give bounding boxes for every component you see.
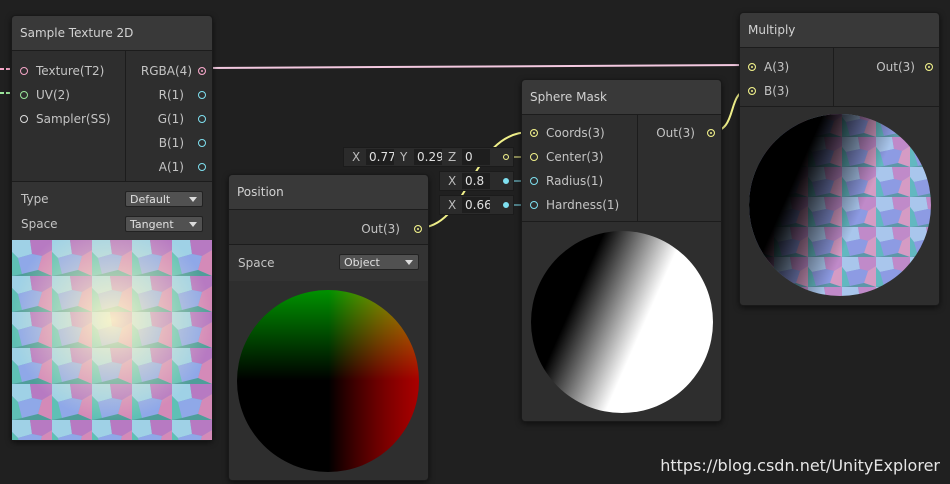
radius-input[interactable]: 0.8 bbox=[462, 173, 490, 189]
port-dot-icon[interactable] bbox=[20, 67, 28, 75]
port-dot-icon[interactable] bbox=[748, 63, 756, 71]
node-title[interactable]: Sample Texture 2D bbox=[12, 16, 212, 51]
port-dot-icon[interactable] bbox=[198, 115, 206, 123]
x-label: X bbox=[448, 174, 457, 188]
chevron-down-icon bbox=[189, 222, 197, 227]
x-label: X bbox=[352, 150, 361, 164]
port-dot-icon[interactable] bbox=[748, 87, 756, 95]
node-title[interactable]: Sphere Mask bbox=[522, 80, 721, 115]
output-port-r[interactable]: R(1) bbox=[126, 86, 206, 104]
y-label: Y bbox=[400, 150, 408, 164]
port-dot-icon[interactable] bbox=[530, 153, 538, 161]
port-dot-icon[interactable] bbox=[707, 129, 715, 137]
node-title[interactable]: Multiply bbox=[740, 13, 939, 48]
output-port-out[interactable]: Out(3) bbox=[645, 124, 715, 142]
port-dot-icon bbox=[503, 154, 509, 160]
node-properties: Space Object bbox=[229, 245, 428, 281]
multiply-preview bbox=[749, 114, 931, 296]
port-dot-icon bbox=[503, 202, 509, 208]
z-label: Z bbox=[448, 150, 457, 164]
port-dot-icon[interactable] bbox=[20, 115, 28, 123]
output-port-out[interactable]: Out(3) bbox=[322, 220, 422, 238]
wire-rgba-to-multiply-a bbox=[203, 64, 749, 69]
chevron-down-icon bbox=[189, 197, 197, 202]
space-dropdown[interactable]: Object bbox=[339, 254, 419, 270]
space-dropdown[interactable]: Tangent bbox=[125, 216, 203, 232]
sphere-mask-node[interactable]: Sphere Mask Coords(3) Center(3) Radius(1… bbox=[521, 79, 722, 422]
output-port-out[interactable]: Out(3) bbox=[863, 58, 933, 76]
hardness-vector-field[interactable]: X 0.66 bbox=[439, 195, 514, 215]
texture-preview bbox=[12, 240, 212, 440]
sphere-mask-preview bbox=[531, 231, 713, 413]
center-vector-field[interactable]: X 0.77 Y 0.29 Z 0 bbox=[343, 147, 514, 167]
center-x-input[interactable]: 0.77 bbox=[366, 149, 394, 165]
port-dot-icon[interactable] bbox=[530, 201, 538, 209]
space-label: Space bbox=[21, 217, 58, 231]
position-preview-sphere bbox=[237, 290, 419, 472]
port-dot-icon[interactable] bbox=[414, 225, 422, 233]
port-dot-icon bbox=[503, 178, 509, 184]
hardness-input[interactable]: 0.66 bbox=[462, 197, 490, 213]
chevron-down-icon bbox=[405, 260, 413, 265]
output-port-rgba[interactable]: RGBA(4) bbox=[126, 62, 206, 80]
node-properties: Type Default Space Tangent bbox=[12, 182, 212, 240]
radius-vector-field[interactable]: X 0.8 bbox=[439, 171, 514, 191]
center-z-input[interactable]: 0 bbox=[462, 149, 490, 165]
output-port-a[interactable]: A(1) bbox=[126, 158, 206, 176]
port-dot-icon[interactable] bbox=[198, 163, 206, 171]
output-port-b[interactable]: B(1) bbox=[126, 134, 206, 152]
port-dot-icon[interactable] bbox=[198, 91, 206, 99]
type-dropdown[interactable]: Default bbox=[125, 191, 203, 207]
port-dot-icon[interactable] bbox=[198, 67, 206, 75]
space-label: Space bbox=[238, 256, 275, 270]
port-dot-icon[interactable] bbox=[530, 177, 538, 185]
port-dot-icon[interactable] bbox=[530, 129, 538, 137]
node-title[interactable]: Position bbox=[229, 175, 428, 210]
position-node[interactable]: Position Out(3) Space Object bbox=[228, 174, 429, 481]
port-dot-icon[interactable] bbox=[925, 63, 933, 71]
type-label: Type bbox=[21, 192, 49, 206]
output-port-g[interactable]: G(1) bbox=[126, 110, 206, 128]
sample-texture-2d-node[interactable]: Sample Texture 2D Texture(T2) UV(2) Samp… bbox=[11, 15, 213, 441]
center-y-input[interactable]: 0.29 bbox=[414, 149, 442, 165]
port-dot-icon[interactable] bbox=[198, 139, 206, 147]
port-dot-icon[interactable] bbox=[20, 91, 28, 99]
multiply-node[interactable]: Multiply A(3) B(3) Out(3) bbox=[739, 12, 940, 306]
x-label: X bbox=[448, 198, 457, 212]
watermark-text: https://blog.csdn.net/UnityExplorer bbox=[660, 456, 940, 475]
